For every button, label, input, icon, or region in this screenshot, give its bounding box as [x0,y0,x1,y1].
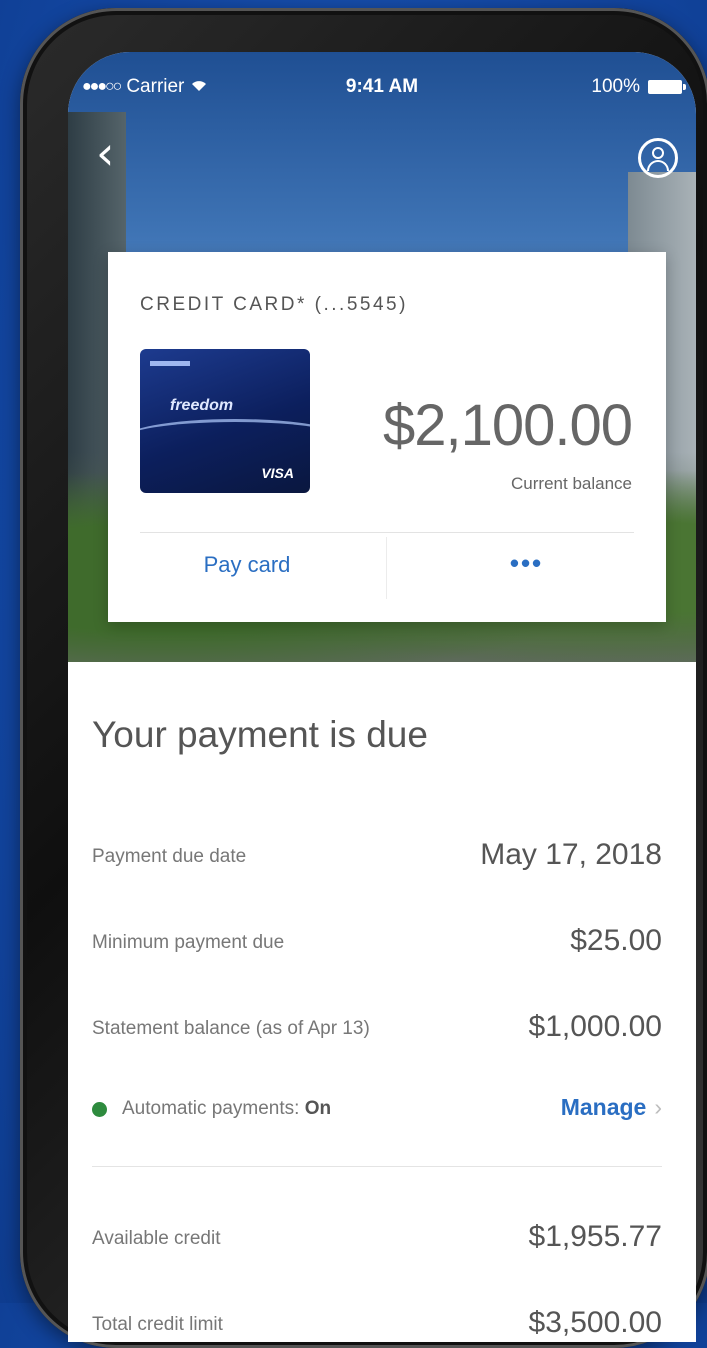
autopay-status: On [304,1098,332,1119]
due-date-row: Payment due date May 17, 2018 [92,838,662,878]
visa-logo: VISA [261,465,294,481]
section-divider [92,1166,662,1167]
credit-card-summary: CREDIT CARD* (...5545) freedom VISA $2,1… [108,252,666,622]
battery-percent: 100% [591,76,640,97]
chevron-right-icon: › [654,1094,662,1120]
credit-card-image: freedom VISA [140,349,310,493]
current-balance-label: Current balance [511,474,632,493]
card-brand-logo: freedom [170,397,234,414]
manage-autopay-link[interactable]: Manage › [561,1094,662,1121]
statement-balance-row: Statement balance (as of Apr 13) $1,000.… [92,1010,662,1050]
pay-card-button[interactable]: Pay card [108,552,386,578]
battery-icon [648,80,686,94]
status-bar: ●●●○○ Carrier 9:41 AM 100% [68,76,696,106]
card-swoosh [140,419,310,462]
phone-frame: ●●●○○ Carrier 9:41 AM 100% ‹ CREDIT CARD… [20,8,707,1348]
status-dot-icon [92,1102,107,1117]
available-credit-value: $1,955.77 [528,1220,662,1253]
statement-balance-label: Statement balance (as of Apr 13) [92,1018,370,1039]
card-title: CREDIT CARD* (...5545) [140,294,408,315]
card-divider [140,532,634,533]
statement-balance-value: $1,000.00 [528,1010,662,1043]
section-title: Your payment is due [92,714,428,755]
available-credit-label: Available credit [92,1228,221,1249]
credit-limit-row: Total credit limit $3,500.00 [92,1306,662,1342]
credit-limit-label: Total credit limit [92,1314,223,1335]
minimum-payment-label: Minimum payment due [92,932,285,953]
more-options-button[interactable]: ••• [387,548,666,579]
profile-icon[interactable] [638,138,678,178]
card-bank-mark [150,361,190,366]
credit-limit-value: $3,500.00 [528,1306,662,1339]
minimum-payment-row: Minimum payment due $25.00 [92,924,662,964]
back-chevron-icon[interactable]: ‹ [96,130,132,180]
autopay-label: Automatic payments: On [122,1098,332,1119]
due-date-label: Payment due date [92,846,247,867]
app-screen: ●●●○○ Carrier 9:41 AM 100% ‹ CREDIT CARD… [68,52,696,1342]
current-balance-value: $2,100.00 [382,393,633,458]
available-credit-row: Available credit $1,955.77 [92,1220,662,1260]
due-date-value: May 17, 2018 [480,838,662,871]
autopay-row[interactable]: Automatic payments: On Manage › [92,1090,662,1130]
minimum-payment-value: $25.00 [570,924,662,957]
